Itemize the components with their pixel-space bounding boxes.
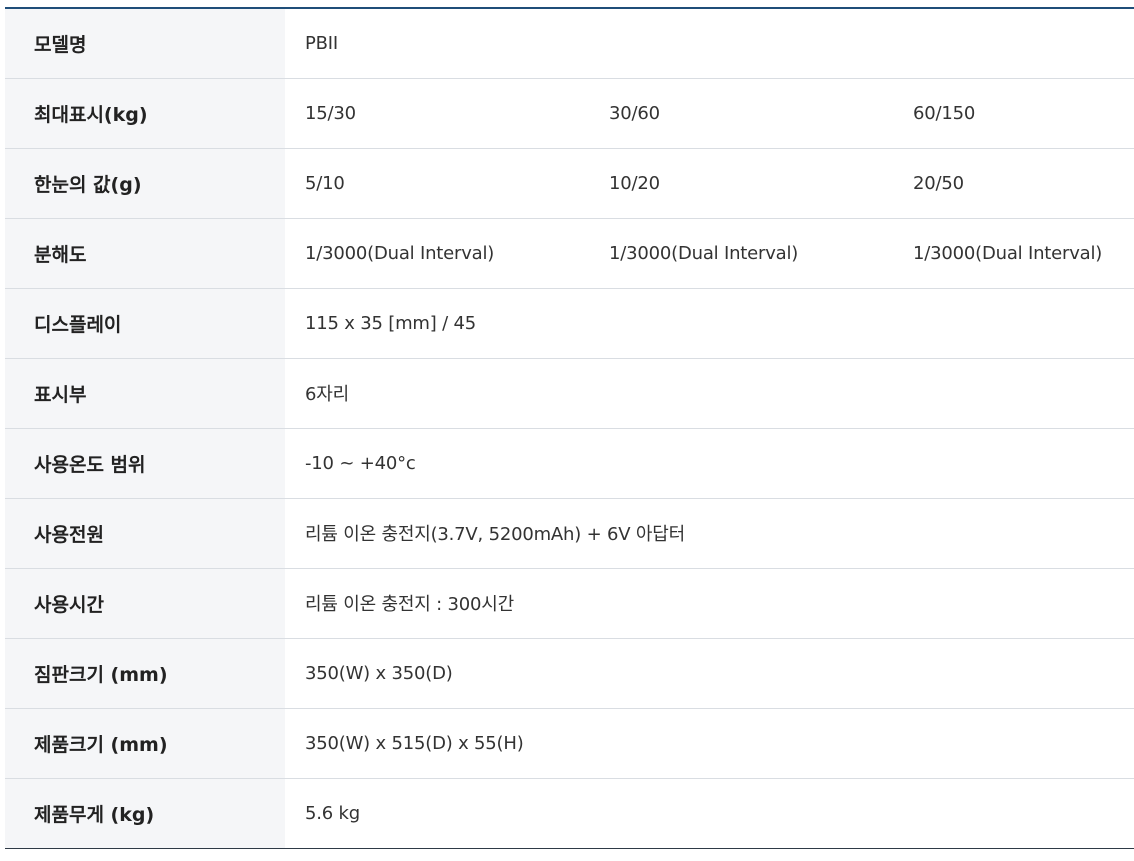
row-label: 디스플레이 <box>5 288 285 359</box>
row-value: 1/3000(Dual Interval) <box>589 218 893 289</box>
spec-row-resolution: 분해도 1/3000(Dual Interval) 1/3000(Dual In… <box>5 218 1134 289</box>
spec-row-division: 한눈의 값(g) 5/10 10/20 20/50 <box>5 148 1134 219</box>
row-value: -10 ~ +40°c <box>285 428 1134 499</box>
row-value: 10/20 <box>589 148 893 219</box>
spec-table: 모델명 PBII 최대표시(kg) 15/30 30/60 60/150 한눈의… <box>5 7 1134 849</box>
row-value: 20/50 <box>893 148 1134 219</box>
spec-row-power: 사용전원 리튬 이온 충전지(3.7V, 5200mAh) + 6V 아답터 <box>5 498 1134 569</box>
spec-row-display: 디스플레이 115 x 35 [mm] / 45 <box>5 288 1134 359</box>
row-label: 제품무게 (kg) <box>5 778 285 848</box>
row-label: 짐판크기 (mm) <box>5 638 285 709</box>
row-label: 사용전원 <box>5 498 285 569</box>
spec-row-product-weight: 제품무게 (kg) 5.6 kg <box>5 778 1134 848</box>
row-value: 1/3000(Dual Interval) <box>893 218 1134 289</box>
row-label: 한눈의 값(g) <box>5 148 285 219</box>
row-value: 1/3000(Dual Interval) <box>285 218 589 289</box>
row-label: 모델명 <box>5 8 285 79</box>
row-value: 6자리 <box>285 358 1134 429</box>
row-value: 350(W) x 515(D) x 55(H) <box>285 708 1134 779</box>
row-label: 사용시간 <box>5 568 285 639</box>
row-value: 115 x 35 [mm] / 45 <box>285 288 1134 359</box>
row-label: 제품크기 (mm) <box>5 708 285 779</box>
row-value: 리튬 이온 충전지 : 300시간 <box>285 568 1134 639</box>
row-value: 350(W) x 350(D) <box>285 638 1134 709</box>
row-value: 15/30 <box>285 78 589 149</box>
row-label: 최대표시(kg) <box>5 78 285 149</box>
spec-row-indicator: 표시부 6자리 <box>5 358 1134 429</box>
spec-row-model: 모델명 PBII <box>5 8 1134 79</box>
spec-row-max-capacity: 최대표시(kg) 15/30 30/60 60/150 <box>5 78 1134 149</box>
spec-row-platform-size: 짐판크기 (mm) 350(W) x 350(D) <box>5 638 1134 709</box>
spec-row-product-size: 제품크기 (mm) 350(W) x 515(D) x 55(H) <box>5 708 1134 779</box>
row-value: PBII <box>285 8 1134 79</box>
row-value: 5/10 <box>285 148 589 219</box>
row-label: 사용온도 범위 <box>5 428 285 499</box>
row-label: 표시부 <box>5 358 285 429</box>
row-value: 30/60 <box>589 78 893 149</box>
row-value: 리튬 이온 충전지(3.7V, 5200mAh) + 6V 아답터 <box>285 498 1134 569</box>
row-value: 5.6 kg <box>305 802 360 824</box>
row-value: 60/150 <box>893 78 1134 149</box>
spec-row-usage-time: 사용시간 리튬 이온 충전지 : 300시간 <box>5 568 1134 639</box>
spec-row-operating-temp: 사용온도 범위 -10 ~ +40°c <box>5 428 1134 499</box>
row-label: 분해도 <box>5 218 285 289</box>
